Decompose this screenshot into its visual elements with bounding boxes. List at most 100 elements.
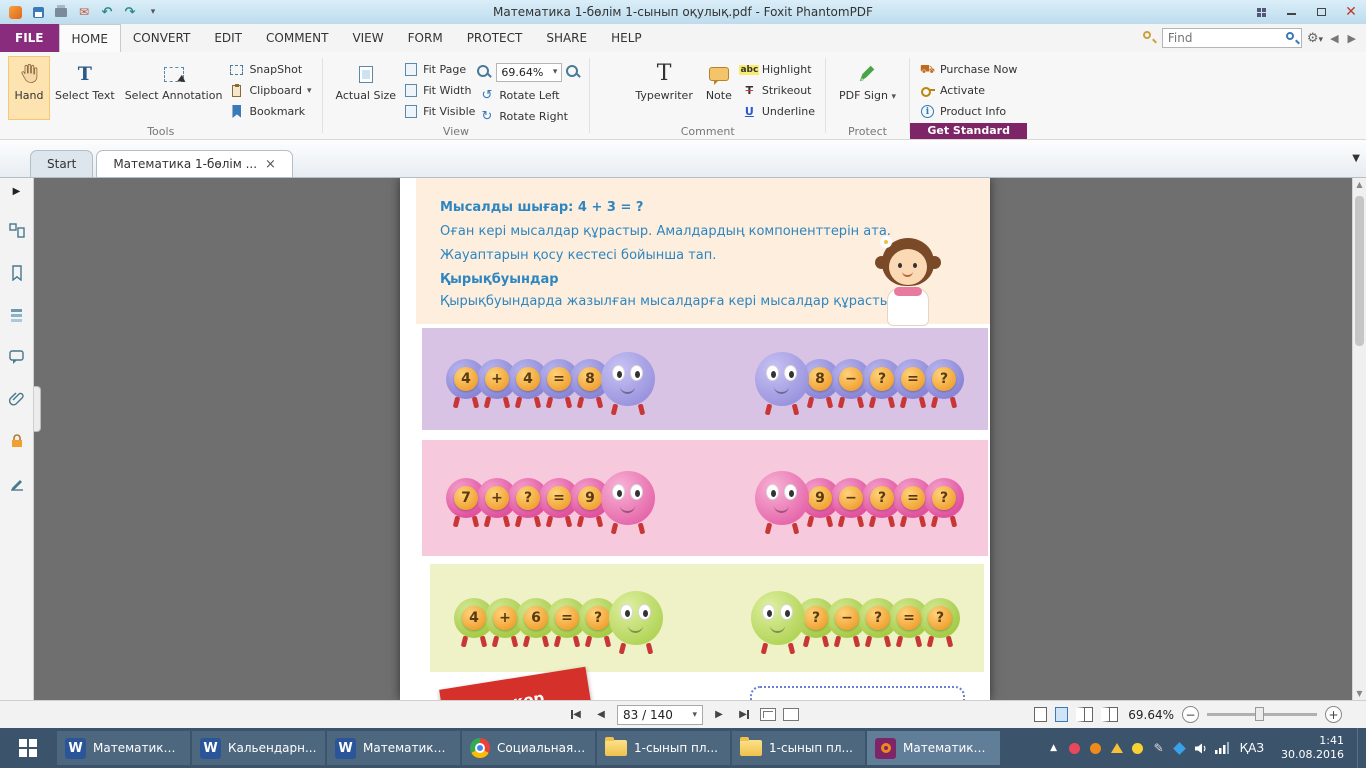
clock[interactable]: 1:41 30.08.2016	[1275, 734, 1350, 762]
purchase-now-button[interactable]: Purchase Now	[918, 61, 1019, 78]
strikeout-button[interactable]: Strikeout	[740, 82, 817, 99]
taskbar-item-chrome[interactable]: Социальная ...	[462, 731, 595, 765]
rotate-left-button[interactable]: Rotate Left	[477, 87, 581, 104]
tab-list-icon[interactable]: ▼	[1352, 153, 1360, 164]
tray-app-icon[interactable]	[1173, 741, 1187, 755]
hand-tool-button[interactable]: Hand	[8, 56, 50, 120]
zoom-in-button[interactable]: +	[1325, 706, 1342, 723]
print-icon[interactable]	[52, 4, 70, 21]
single-page-view-icon[interactable]	[1034, 707, 1047, 722]
tab-close-icon[interactable]	[265, 158, 276, 171]
fit-page-button[interactable]: Fit Page	[401, 61, 477, 78]
warning-icon[interactable]	[1110, 741, 1124, 755]
tab-help[interactable]: HELP	[599, 24, 654, 52]
tab-edit[interactable]: EDIT	[202, 24, 254, 52]
snapshot-button[interactable]: SnapShot	[227, 61, 313, 78]
gear-icon[interactable]: ⚙▾	[1307, 31, 1323, 46]
facing-view-icon[interactable]	[1076, 707, 1093, 722]
email-icon[interactable]: ✉	[75, 4, 93, 21]
zoom-out-icon[interactable]	[477, 65, 492, 80]
comments-panel-icon[interactable]	[9, 349, 25, 365]
tab-share[interactable]: SHARE	[534, 24, 599, 52]
hidden-icons-chevron-icon[interactable]: ▲	[1047, 741, 1061, 755]
get-standard-button[interactable]: Get Standard	[910, 123, 1027, 139]
customize-quick-access-icon[interactable]: ▾	[144, 4, 162, 21]
maximize-button[interactable]	[1306, 1, 1336, 23]
thumbnails-panel-icon[interactable]	[9, 223, 25, 239]
doc-tab-start[interactable]: Start	[30, 150, 93, 177]
highlight-button[interactable]: Highlight	[740, 61, 817, 78]
panel-splitter-handle[interactable]	[34, 386, 41, 432]
find-next-icon[interactable]: ▶	[1346, 32, 1358, 45]
tab-form[interactable]: FORM	[396, 24, 455, 52]
bookmark-button[interactable]: Bookmark	[227, 103, 313, 120]
taskbar-item-foxit[interactable]: Математика ...	[867, 731, 1000, 765]
product-info-button[interactable]: Product Info	[918, 103, 1019, 120]
tray-app-icon[interactable]	[1068, 741, 1082, 755]
language-indicator[interactable]: ҚАЗ	[1236, 741, 1268, 755]
zoom-level-combo[interactable]: 69.64%▾	[496, 63, 562, 82]
tab-file[interactable]: FILE	[0, 24, 59, 52]
clipboard-button[interactable]: Clipboard▾	[227, 82, 313, 99]
activate-button[interactable]: Activate	[918, 82, 1019, 99]
scrollbar-thumb[interactable]	[1355, 196, 1364, 346]
zoom-slider[interactable]	[1207, 713, 1317, 716]
scroll-down-icon[interactable]: ▼	[1353, 689, 1366, 698]
pen-tray-icon[interactable]: ✎	[1152, 741, 1166, 755]
minimize-button[interactable]	[1276, 1, 1306, 23]
continuous-view-icon[interactable]	[1055, 707, 1068, 722]
fit-width-button[interactable]: Fit Width	[401, 82, 477, 99]
typewriter-button[interactable]: Typewriter	[630, 56, 697, 120]
signature-panel-icon[interactable]	[9, 475, 25, 491]
tab-convert[interactable]: CONVERT	[121, 24, 202, 52]
taskbar-item-word-3[interactable]: Математика ...	[327, 731, 460, 765]
taskbar-item-folder-1[interactable]: 1-сынып пл...	[597, 731, 730, 765]
zoom-in-icon[interactable]	[566, 65, 581, 80]
taskbar-item-folder-2[interactable]: 1-сынып пл...	[732, 731, 865, 765]
first-page-button[interactable]: ◀	[567, 706, 585, 724]
save-icon[interactable]	[29, 4, 47, 21]
tray-app-icon[interactable]	[1131, 741, 1145, 755]
tab-home[interactable]: HOME	[59, 24, 121, 52]
app-logo-icon[interactable]	[6, 4, 24, 21]
tray-app-icon[interactable]	[1089, 741, 1103, 755]
underline-button[interactable]: Underline	[740, 103, 817, 120]
find-search-icon[interactable]	[1283, 29, 1301, 47]
close-button[interactable]: ✕	[1336, 1, 1366, 23]
taskbar-item-word-2[interactable]: Кальендарн...	[192, 731, 325, 765]
redo-icon[interactable]: ↷	[121, 4, 139, 21]
undo-icon[interactable]: ↶	[98, 4, 116, 21]
select-text-button[interactable]: Select Text	[50, 56, 120, 120]
zoom-out-button[interactable]: −	[1182, 706, 1199, 723]
scroll-up-icon[interactable]: ▲	[1353, 180, 1366, 189]
taskbar-item-word-1[interactable]: Математика ...	[57, 731, 190, 765]
continuous-facing-view-icon[interactable]	[1101, 707, 1118, 722]
start-button[interactable]	[0, 728, 56, 768]
next-page-button[interactable]: ▶	[710, 706, 728, 724]
security-panel-icon[interactable]	[9, 433, 25, 449]
find-previous-icon[interactable]: ◀	[1328, 32, 1340, 45]
zoom-slider-handle[interactable]	[1255, 707, 1264, 721]
layout-grid-icon[interactable]	[1246, 1, 1276, 23]
page-view-icon[interactable]	[783, 708, 799, 721]
page-number-combo[interactable]: 83 / 140▾	[617, 705, 703, 725]
actual-size-button[interactable]: Actual Size	[331, 56, 402, 120]
doc-tab-active[interactable]: Математика 1-бөлім ...	[96, 150, 293, 177]
select-annotation-button[interactable]: Select Annotation	[120, 56, 228, 120]
last-page-button[interactable]: ▶	[735, 706, 753, 724]
tab-protect[interactable]: PROTECT	[455, 24, 535, 52]
network-icon[interactable]	[1215, 741, 1229, 755]
tab-comment[interactable]: COMMENT	[254, 24, 340, 52]
bookmarks-panel-icon[interactable]	[9, 265, 25, 281]
show-desktop-button[interactable]	[1357, 728, 1362, 768]
find-input[interactable]	[1163, 31, 1283, 45]
layers-panel-icon[interactable]	[9, 307, 25, 323]
volume-icon[interactable]	[1194, 741, 1208, 755]
fit-visible-button[interactable]: Fit Visible	[401, 103, 477, 120]
note-button[interactable]: Note	[698, 56, 740, 120]
pdf-sign-button[interactable]: PDF Sign ▾	[834, 56, 901, 120]
attachments-panel-icon[interactable]	[9, 391, 25, 407]
window-view-icon[interactable]	[760, 708, 776, 721]
vertical-scrollbar[interactable]: ▲ ▼	[1352, 178, 1366, 700]
expand-panel-arrow-icon[interactable]: ▶	[13, 186, 21, 197]
